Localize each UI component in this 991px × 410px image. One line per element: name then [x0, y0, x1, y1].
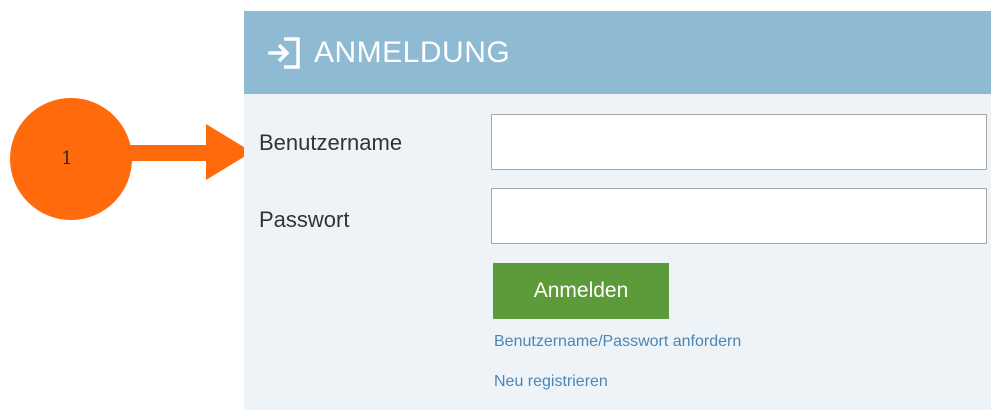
password-input[interactable]	[491, 188, 987, 244]
login-panel: ANMELDUNG Benutzername Passwort Anmelden…	[244, 11, 991, 410]
password-label: Passwort	[259, 207, 350, 232]
username-input[interactable]	[491, 114, 987, 170]
login-title: ANMELDUNG	[314, 35, 511, 69]
annotation-arrow-icon	[128, 124, 252, 180]
sign-in-icon	[268, 36, 300, 69]
annotation-number: 1	[61, 147, 73, 169]
annotation-circle: 1	[10, 98, 132, 220]
register-link[interactable]: Neu registrieren	[494, 373, 608, 391]
login-button[interactable]: Anmelden	[493, 263, 669, 319]
request-credentials-link[interactable]: Benutzername/Passwort anfordern	[494, 333, 741, 351]
login-header: ANMELDUNG	[244, 11, 991, 94]
username-label: Benutzername	[259, 130, 403, 155]
page: 1 ANMELDUNG Benutzername Passwort Anmeld…	[0, 0, 991, 410]
